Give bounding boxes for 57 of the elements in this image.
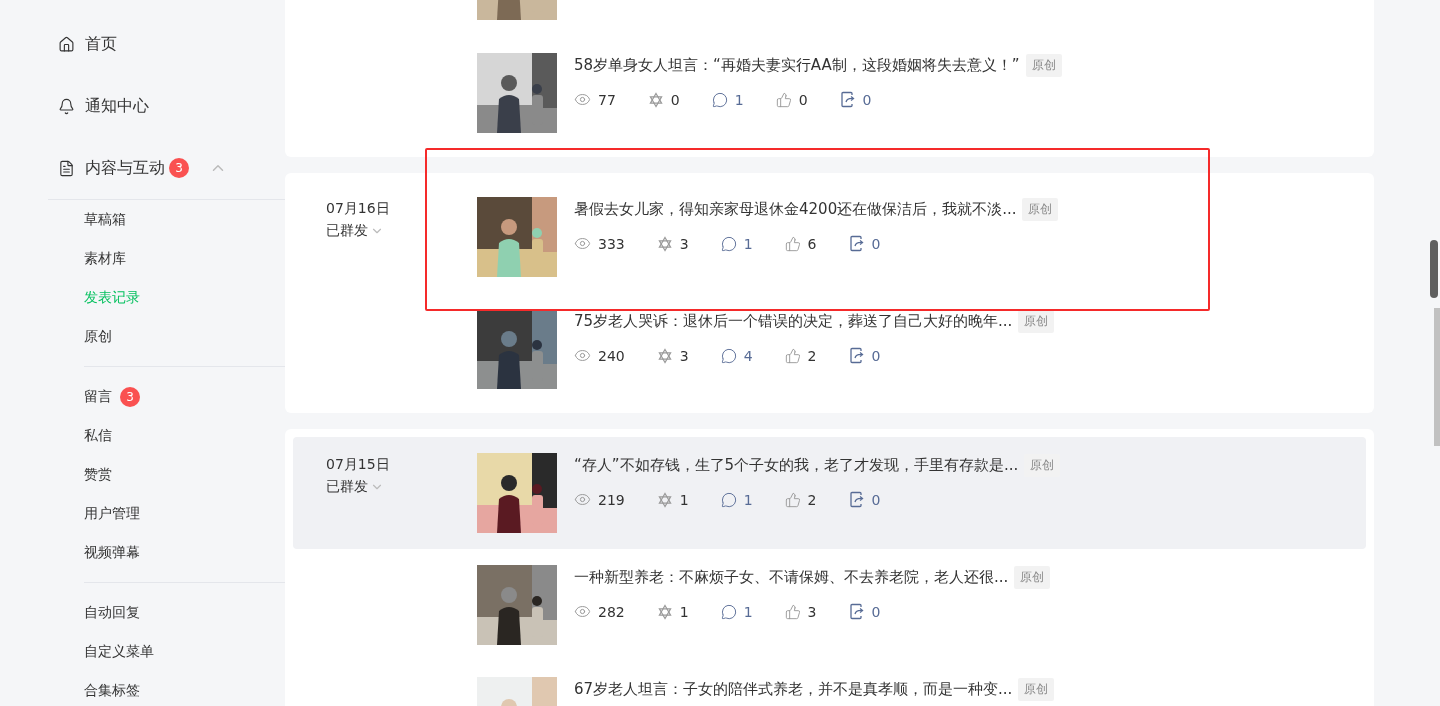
view-count: 282 — [598, 603, 625, 620]
sidebar-subitem[interactable]: 草稿箱 — [84, 200, 285, 239]
comment-count: 4 — [743, 347, 753, 364]
sidebar-subitem[interactable]: 原创 — [84, 317, 285, 356]
article-title[interactable]: 一种新型养老：不麻烦子女、不请保姆、不去养老院，老人还很... — [574, 567, 1009, 587]
comment-count: 1 — [734, 91, 744, 108]
status-dropdown[interactable]: 已群发 — [326, 478, 384, 496]
publish-date: 07月16日 — [326, 200, 391, 218]
like-count: 3 — [807, 603, 817, 620]
sidebar-subitem[interactable]: 合集标签 — [84, 671, 285, 706]
share-count: 0 — [871, 491, 881, 508]
favorite-count: 1 — [679, 603, 689, 620]
sidebar-item[interactable]: 首页 — [48, 13, 285, 75]
sidebar-subitem[interactable]: 留言 3 — [84, 377, 285, 416]
comment-count: 1 — [743, 235, 753, 252]
sidebar-item[interactable]: 通知中心 — [48, 75, 285, 137]
like-count: 2 — [807, 347, 817, 364]
like-count: 6 — [807, 235, 817, 252]
article-title[interactable]: 67岁老人坦言：子女的陪伴式养老，并不是真孝顺，而是一种变... — [574, 679, 1013, 699]
like-count: 0 — [798, 91, 808, 108]
favorite-count: 3 — [679, 347, 689, 364]
status-dropdown[interactable]: 已群发 — [326, 222, 384, 240]
sidebar-subitem[interactable]: 自定义菜单 — [84, 632, 285, 671]
comment-count: 1 — [743, 491, 753, 508]
view-count: 219 — [598, 491, 625, 508]
sidebar-subitem[interactable]: 赞赏 — [84, 455, 285, 494]
article-title[interactable]: 58岁单身女人坦言：“再婚夫妻实行AA制，这段婚姻将失去意义！” — [574, 55, 1020, 75]
article-title[interactable]: “存人”不如存钱，生了5个子女的我，老了才发现，手里有存款是... — [574, 455, 1019, 475]
original-tag: 原创 — [1022, 197, 1059, 221]
sidebar-subitem[interactable]: 视频弹幕 — [84, 533, 285, 572]
original-tag: 原创 — [1018, 309, 1055, 333]
sidebar-item[interactable]: 内容与互动 3 — [48, 137, 285, 200]
article-title[interactable]: 暑假去女儿家，得知亲家母退休金4200还在做保洁后，我就不淡... — [574, 199, 1017, 219]
sidebar-subitem[interactable]: 素材库 — [84, 239, 285, 278]
favorite-count: 3 — [679, 235, 689, 252]
article-row[interactable]: 07月15日 已群发 “存人”不如存钱，生了5个子女的我，老了才发现，手里有存款是... 原创 219 1 1 2 0 — [293, 437, 1366, 549]
view-count: 240 — [598, 347, 625, 364]
sidebar-subitem[interactable]: 自动回复 — [84, 593, 285, 632]
view-count: 333 — [598, 235, 625, 252]
original-tag: 原创 — [1014, 565, 1051, 589]
comment-count: 1 — [743, 603, 753, 620]
original-tag: 原创 — [1025, 53, 1062, 77]
sidebar-subitem[interactable]: 用户管理 — [84, 494, 285, 533]
share-count: 0 — [871, 347, 881, 364]
favorite-count: 0 — [670, 91, 680, 108]
like-count: 2 — [807, 491, 817, 508]
view-count: 77 — [598, 91, 616, 108]
publish-date: 07月15日 — [326, 456, 391, 474]
count-badge: 3 — [169, 158, 189, 178]
article-title[interactable]: 75岁老人哭诉：退休后一个错误的决定，葬送了自己大好的晚年... — [574, 311, 1013, 331]
share-count: 0 — [862, 91, 872, 108]
share-count: 0 — [871, 235, 881, 252]
sidebar-subitem[interactable]: 私信 — [84, 416, 285, 455]
original-tag: 原创 — [1018, 677, 1055, 701]
favorite-count: 1 — [679, 491, 689, 508]
share-count: 0 — [871, 603, 881, 620]
count-badge: 3 — [120, 386, 140, 407]
